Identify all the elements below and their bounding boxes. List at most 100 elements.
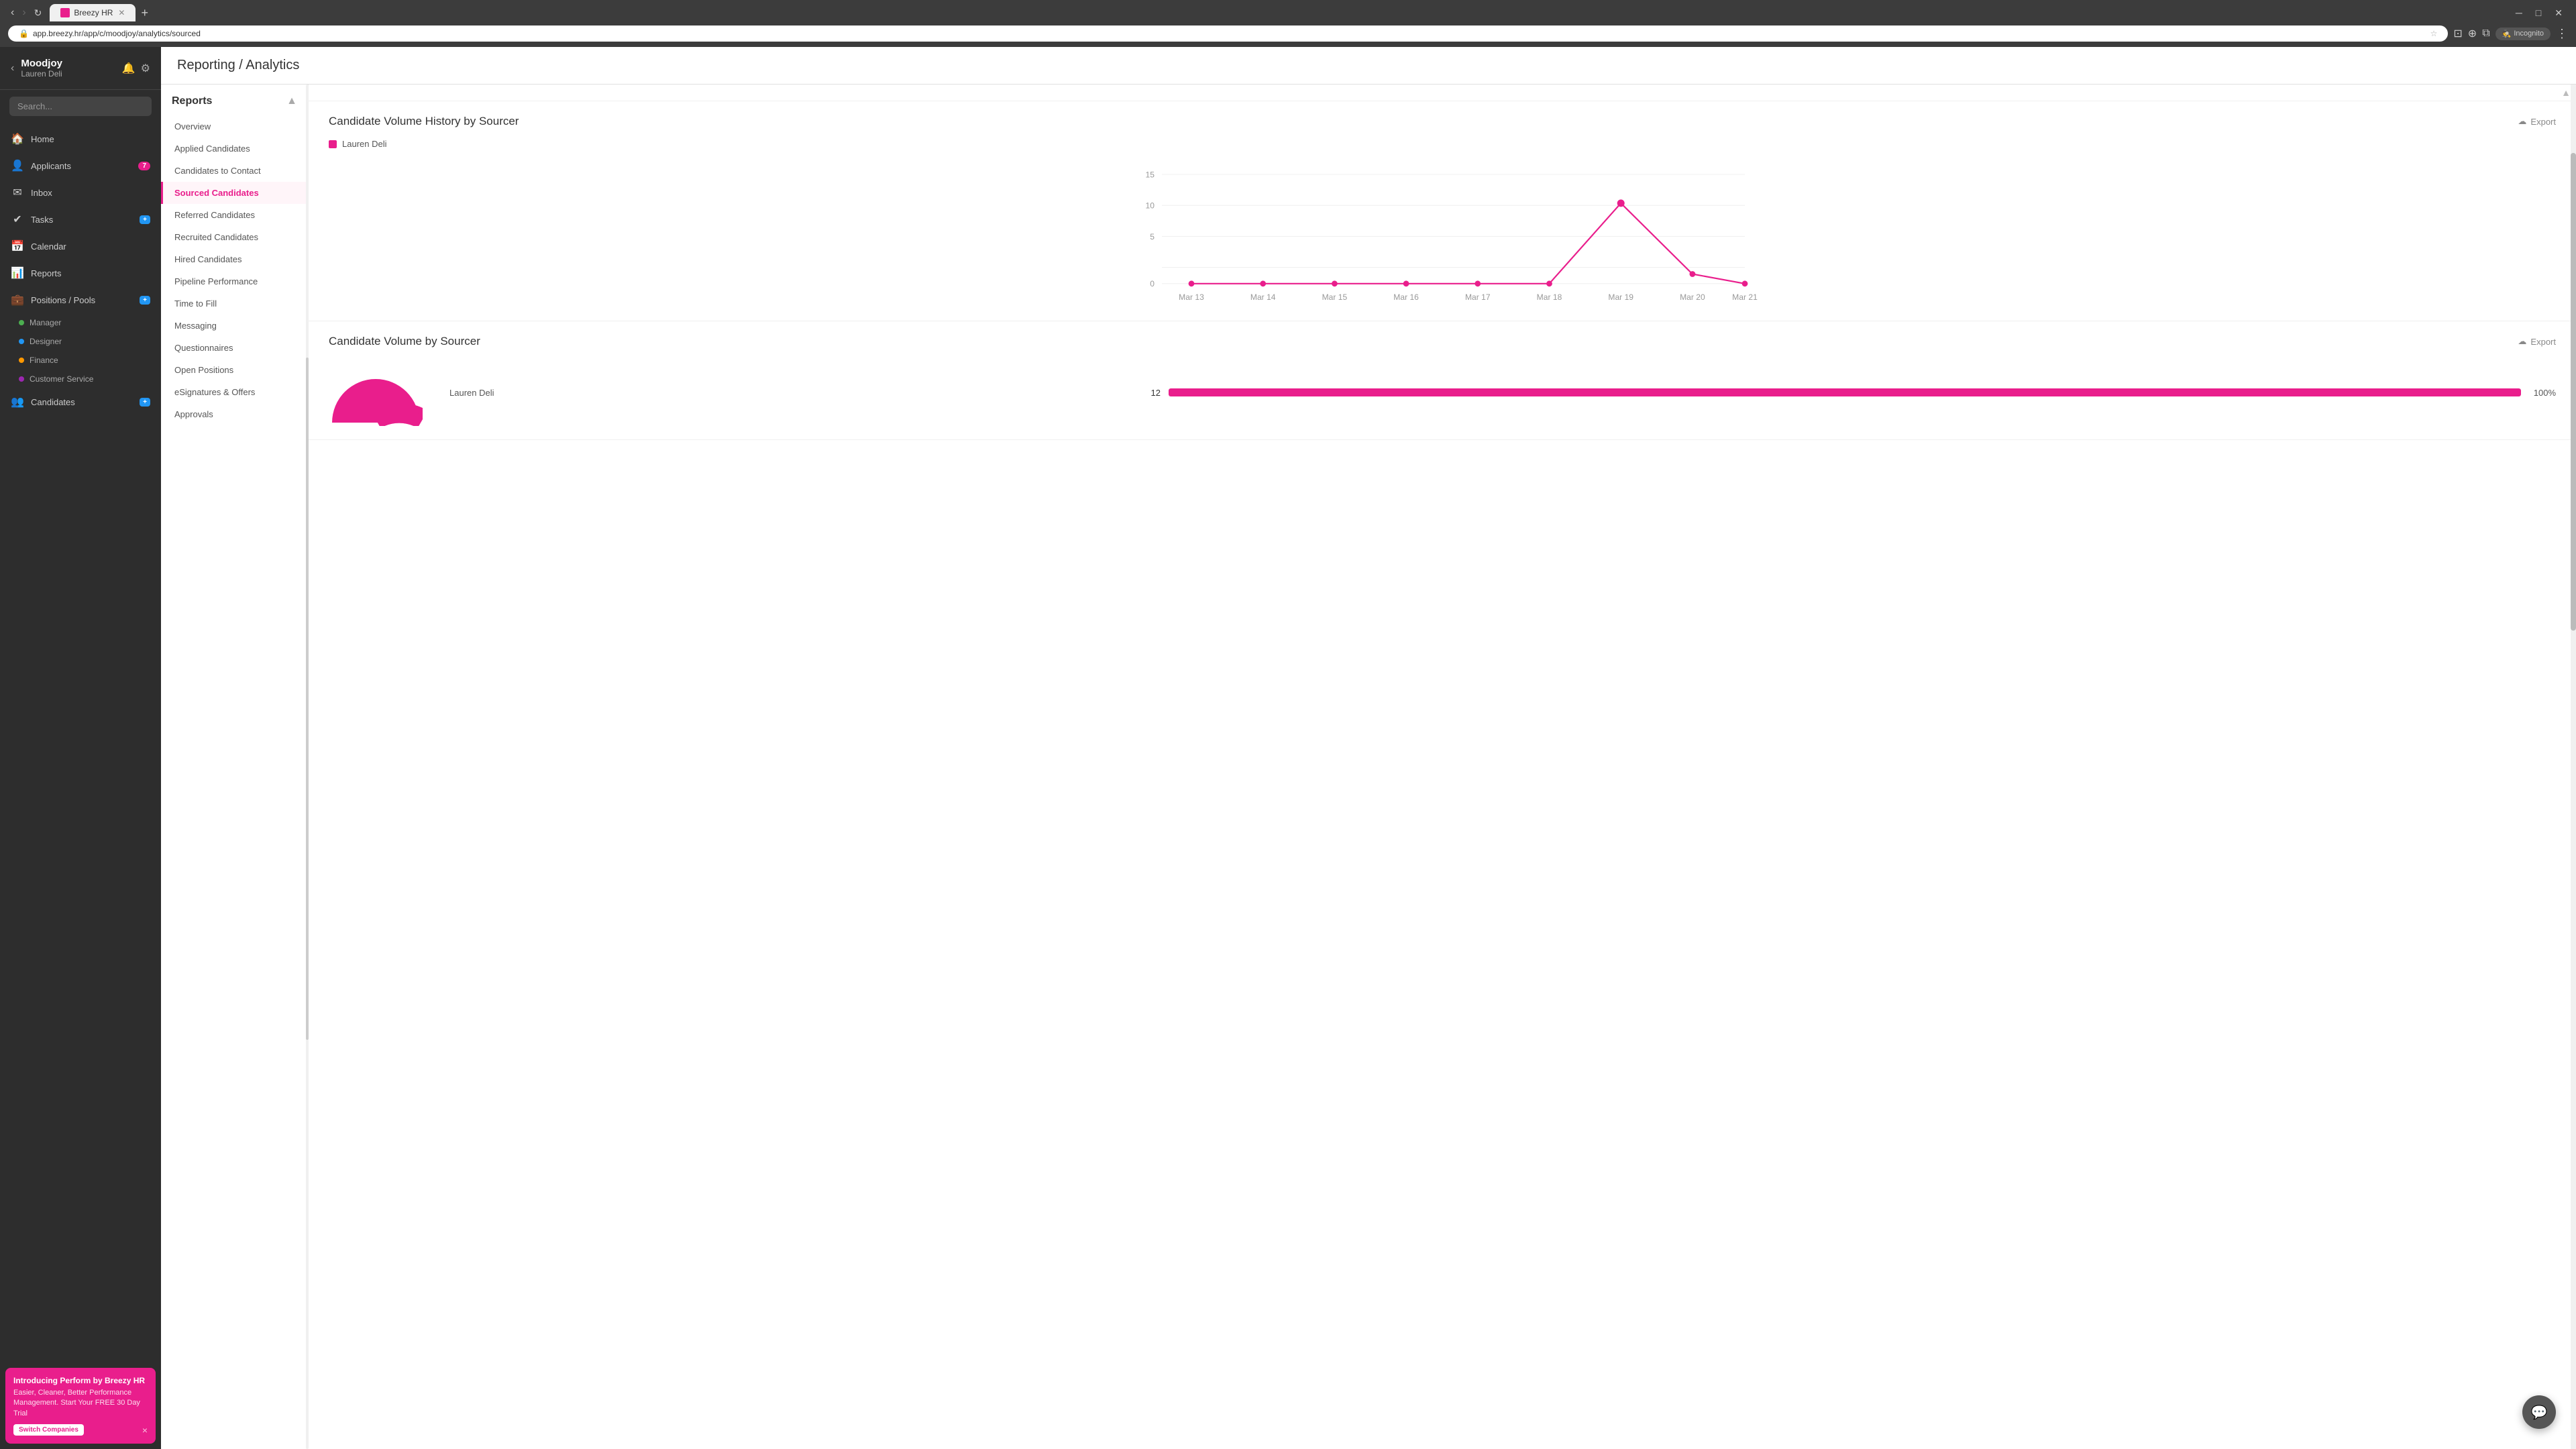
- report-item-open-positions[interactable]: Open Positions: [161, 359, 308, 381]
- svg-text:Mar 17: Mar 17: [1465, 292, 1491, 302]
- reports-collapse-button[interactable]: ▲: [286, 95, 297, 107]
- forward-button[interactable]: ›: [19, 4, 28, 21]
- pie-row-lauren: Lauren Deli 12 100%: [449, 384, 2556, 402]
- report-item-hired[interactable]: Hired Candidates: [161, 248, 308, 270]
- sidebar-item-applicants[interactable]: 👤 Applicants 7: [0, 152, 161, 179]
- back-button[interactable]: ‹: [8, 4, 17, 21]
- sidebar-inbox-label: Inbox: [31, 188, 150, 198]
- designer-dot: [19, 339, 24, 344]
- maximize-button[interactable]: □: [2530, 5, 2546, 21]
- extensions-icon[interactable]: ⊡: [2453, 27, 2462, 40]
- pie-container: Lauren Deli 12 100%: [329, 359, 2556, 426]
- sidebar-item-inbox[interactable]: ✉ Inbox: [0, 179, 161, 206]
- chart2-export-icon: ☁: [2518, 336, 2526, 347]
- search-input[interactable]: [9, 97, 152, 116]
- promo-text: Easier, Cleaner, Better Performance Mana…: [13, 1388, 148, 1419]
- position-item-manager[interactable]: Manager: [0, 313, 161, 332]
- tasks-badge: +: [140, 215, 150, 224]
- sidebar-candidates-label: Candidates: [31, 397, 133, 407]
- svg-text:Mar 13: Mar 13: [1179, 292, 1204, 302]
- export-icon: ☁: [2518, 116, 2526, 127]
- report-item-applied[interactable]: Applied Candidates: [161, 138, 308, 160]
- report-item-esignatures[interactable]: eSignatures & Offers: [161, 381, 308, 403]
- svg-text:Mar 20: Mar 20: [1680, 292, 1705, 302]
- sidebar-item-candidates[interactable]: 👥 Candidates +: [0, 388, 161, 415]
- report-item-approvals[interactable]: Approvals: [161, 403, 308, 425]
- reports-sidebar-title: Reports: [172, 95, 212, 107]
- tasks-icon: ✔: [11, 213, 24, 226]
- profile-icon[interactable]: ⊕: [2468, 27, 2477, 40]
- settings-icon[interactable]: ⚙: [141, 62, 150, 75]
- candidates-badge: +: [140, 398, 150, 407]
- chart2-export-label: Export: [2530, 337, 2556, 347]
- chart2-export-button[interactable]: ☁ Export: [2518, 336, 2556, 347]
- chart1-legend: Lauren Deli: [329, 139, 2556, 149]
- position-customer-service-label: Customer Service: [30, 374, 93, 384]
- active-tab[interactable]: Breezy HR ✕: [50, 4, 136, 21]
- calendar-icon: 📅: [11, 239, 24, 253]
- pie-chart-svg: [329, 359, 423, 426]
- new-tab-button[interactable]: +: [137, 6, 152, 20]
- close-tab-button[interactable]: ✕: [118, 8, 125, 17]
- report-item-recruited[interactable]: Recruited Candidates: [161, 226, 308, 248]
- url-display: app.breezy.hr/app/c/moodjoy/analytics/so…: [33, 29, 2426, 38]
- position-item-customer-service[interactable]: Customer Service: [0, 370, 161, 388]
- promo-title: Introducing Perform by Breezy HR: [13, 1376, 148, 1385]
- report-item-messaging[interactable]: Messaging: [161, 315, 308, 337]
- legend-label: Lauren Deli: [342, 139, 387, 149]
- chart2-section: Candidate Volume by Sourcer ☁ Export: [309, 321, 2576, 440]
- sidebar-tasks-label: Tasks: [31, 215, 133, 225]
- pie-row-bar-container: [1169, 388, 2521, 396]
- report-item-overview[interactable]: Overview: [161, 115, 308, 138]
- report-item-to-contact[interactable]: Candidates to Contact: [161, 160, 308, 182]
- sidebar-item-positions[interactable]: 💼 Positions / Pools +: [0, 286, 161, 313]
- split-view-icon[interactable]: ⧉: [2482, 28, 2489, 40]
- sidebar-item-calendar[interactable]: 📅 Calendar: [0, 233, 161, 260]
- company-subtitle: Lauren Deli: [21, 69, 115, 78]
- inbox-icon: ✉: [11, 186, 24, 199]
- report-item-pipeline[interactable]: Pipeline Performance: [161, 270, 308, 292]
- svg-text:5: 5: [1150, 232, 1155, 241]
- switch-companies-button[interactable]: Switch Companies: [13, 1424, 84, 1436]
- more-options-icon[interactable]: ⋮: [2556, 27, 2568, 41]
- sidebar: ‹ Moodjoy Lauren Deli 🔔 ⚙ 🏠 Home 👤 Appli…: [0, 47, 161, 1449]
- browser-chrome: ‹ › ↻ Breezy HR ✕ + ─ □ ✕ 🔒 app.breezy.h…: [0, 0, 2576, 47]
- sidebar-collapse-button[interactable]: ‹: [11, 62, 14, 74]
- svg-text:Mar 14: Mar 14: [1250, 292, 1276, 302]
- home-icon: 🏠: [11, 132, 24, 146]
- position-item-finance[interactable]: Finance: [0, 351, 161, 370]
- sidebar-reports-label: Reports: [31, 268, 150, 278]
- minimize-button[interactable]: ─: [2510, 5, 2528, 21]
- chart2-title: Candidate Volume by Sourcer: [329, 335, 480, 348]
- applicants-icon: 👤: [11, 159, 24, 172]
- svg-text:0: 0: [1150, 279, 1155, 288]
- chart-collapse-button[interactable]: ▲: [2561, 87, 2571, 98]
- incognito-badge: 🕵 Incognito: [2496, 28, 2551, 40]
- star-icon[interactable]: ☆: [2430, 29, 2438, 38]
- report-item-time-to-fill[interactable]: Time to Fill: [161, 292, 308, 315]
- sidebar-item-home[interactable]: 🏠 Home: [0, 125, 161, 152]
- report-item-referred[interactable]: Referred Candidates: [161, 204, 308, 226]
- notification-icon[interactable]: 🔔: [122, 62, 136, 75]
- chat-button[interactable]: 💬: [2522, 1395, 2556, 1429]
- reload-button[interactable]: ↻: [32, 5, 45, 21]
- svg-text:Mar 21: Mar 21: [1732, 292, 1758, 302]
- promo-banner: Introducing Perform by Breezy HR Easier,…: [5, 1368, 156, 1444]
- position-item-designer[interactable]: Designer: [0, 332, 161, 351]
- close-window-button[interactable]: ✕: [2549, 5, 2568, 21]
- svg-text:10: 10: [1146, 201, 1155, 211]
- address-bar[interactable]: 🔒 app.breezy.hr/app/c/moodjoy/analytics/…: [8, 25, 2448, 42]
- sidebar-item-tasks[interactable]: ✔ Tasks +: [0, 206, 161, 233]
- svg-text:Mar 15: Mar 15: [1322, 292, 1348, 302]
- chart-area: ▲ Candidate Volume History by Sourcer ☁ …: [309, 85, 2576, 1449]
- positions-badge: +: [140, 296, 150, 305]
- chart1-export-button[interactable]: ☁ Export: [2518, 116, 2556, 127]
- report-item-questionnaires[interactable]: Questionnaires: [161, 337, 308, 359]
- sidebar-item-reports[interactable]: 📊 Reports: [0, 260, 161, 286]
- promo-close-button[interactable]: ×: [142, 1425, 148, 1436]
- applicants-badge: 7: [138, 162, 150, 170]
- report-item-sourced[interactable]: Sourced Candidates: [161, 182, 308, 204]
- company-name: Moodjoy: [21, 58, 115, 69]
- tab-favicon: [60, 8, 70, 17]
- svg-text:15: 15: [1146, 170, 1155, 179]
